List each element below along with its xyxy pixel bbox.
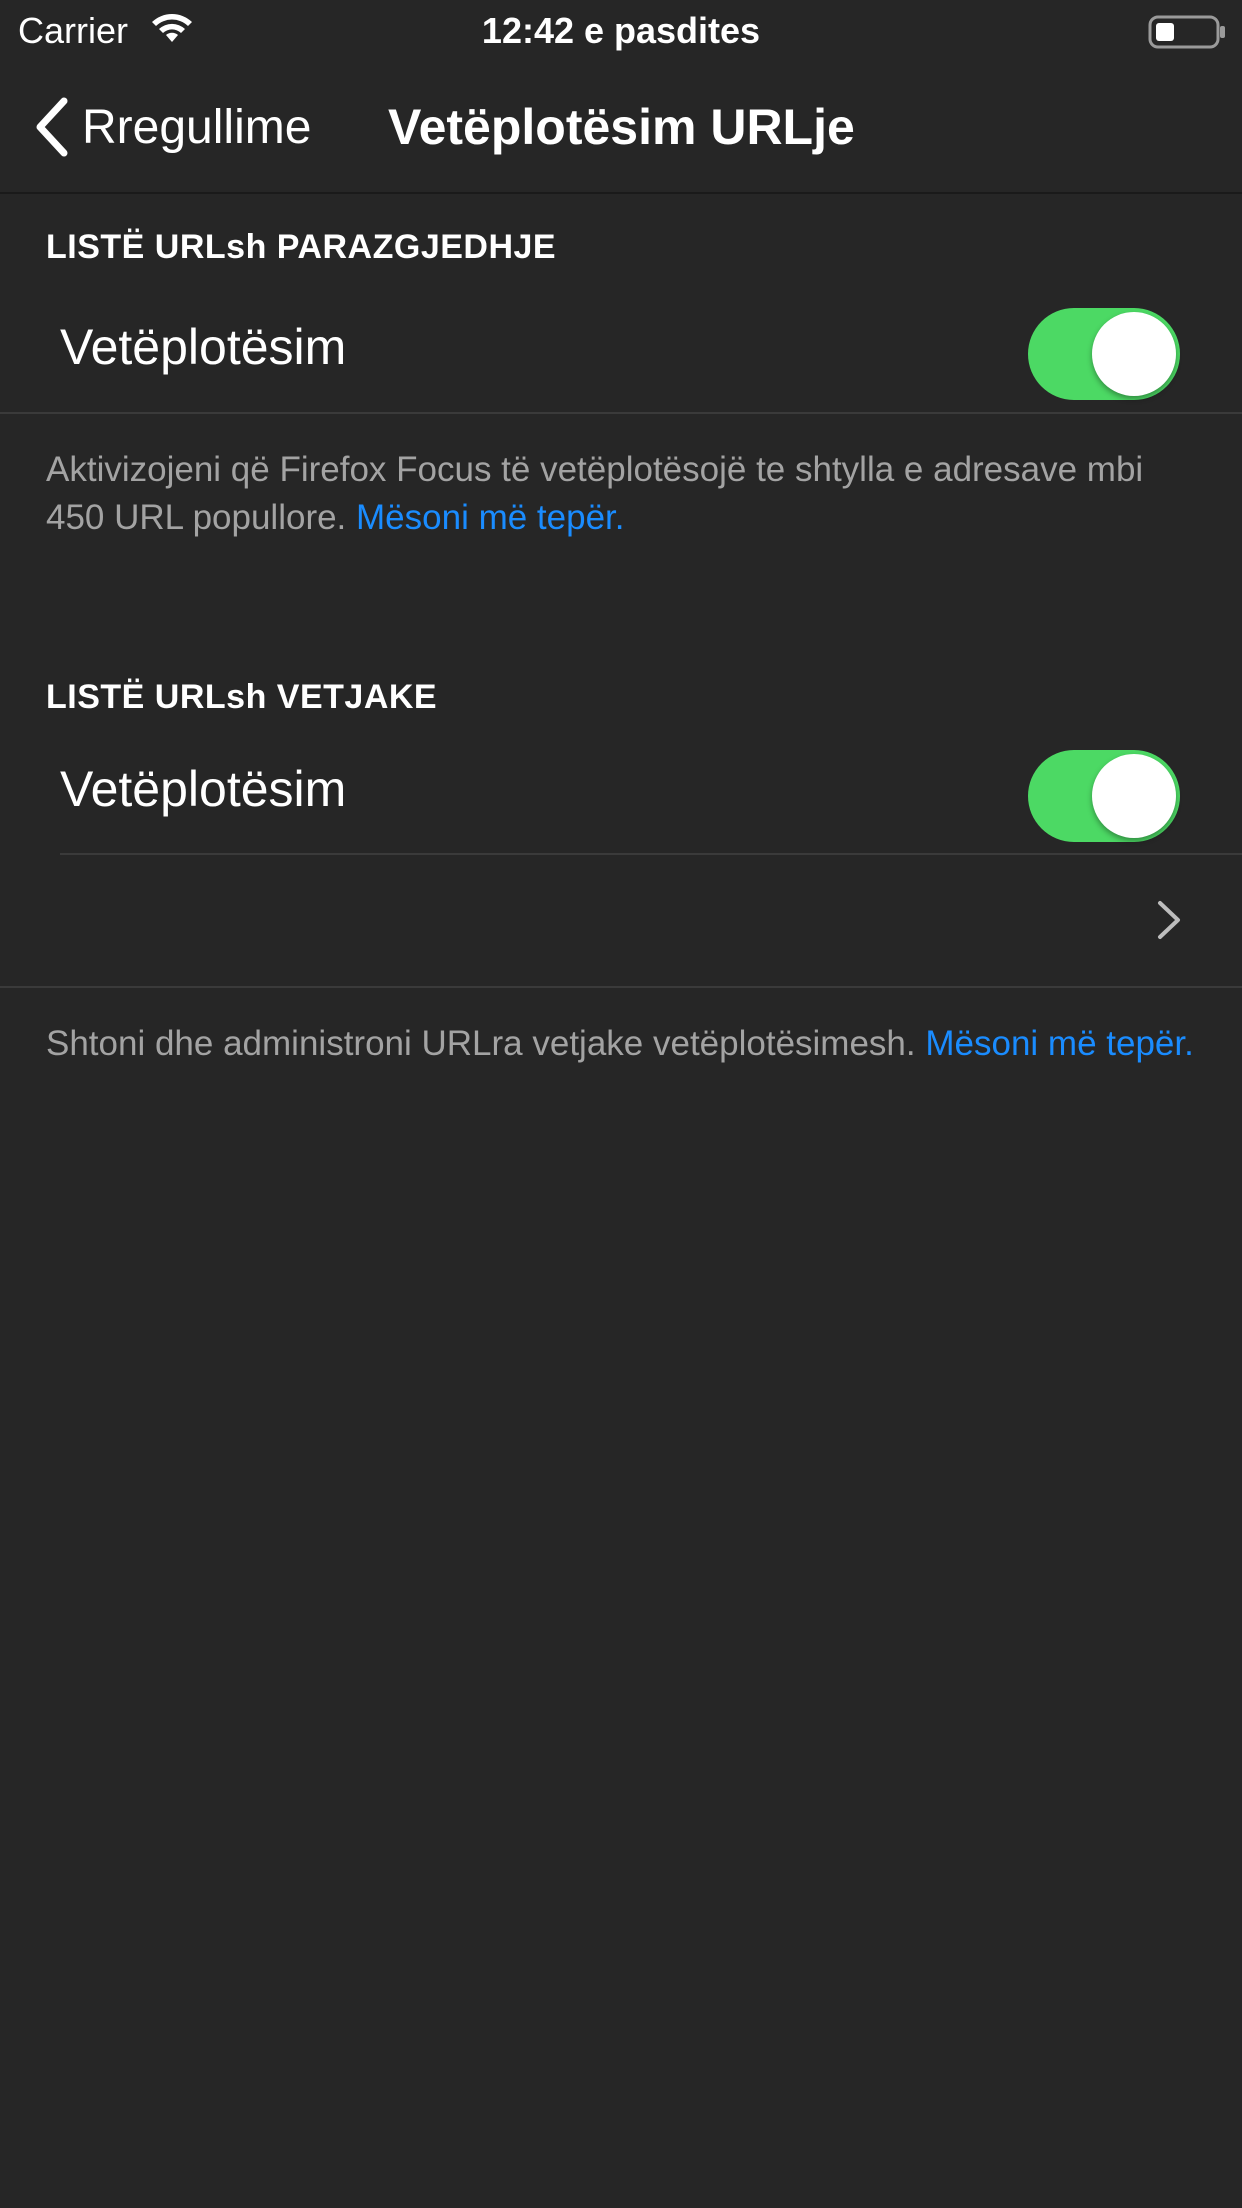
default-autocomplete-label: Vetëplotësim (60, 319, 347, 375)
battery-icon (1148, 15, 1225, 49)
page-title: Vetëplotësim URLje (388, 99, 855, 155)
custom-autocomplete-label: Vetëplotësim (60, 761, 347, 817)
custom-list-description: Shtoni dhe administroni URLra vetjake ve… (46, 1020, 1196, 1068)
default-autocomplete-row: Vetëplotësim (0, 284, 1242, 412)
default-list-description: Aktivizojeni që Firefox Focus të vetëplo… (46, 446, 1196, 542)
chevron-right-icon (1158, 901, 1180, 939)
learn-more-link-custom[interactable]: Mësoni më tepër. (925, 1024, 1193, 1063)
learn-more-link-default[interactable]: Mësoni më tepër. (356, 498, 624, 537)
custom-list-description-text: Shtoni dhe administroni URLra vetjake ve… (46, 1024, 916, 1063)
section-header-custom-list: LISTË URLsh VETJAKE (46, 678, 438, 716)
toggle-knob (1092, 312, 1176, 396)
divider (0, 986, 1242, 988)
chevron-left-icon (36, 97, 68, 157)
toggle-knob (1092, 754, 1176, 838)
back-button-label: Rregullime (82, 100, 312, 154)
settings-page: Carrier 12:42 e pasdites Rregullime Vetë… (0, 0, 1242, 2208)
status-bar: Carrier 12:42 e pasdites (0, 0, 1242, 62)
custom-autocomplete-toggle[interactable] (1028, 750, 1180, 842)
divider (0, 412, 1242, 414)
section-header-default-list: LISTË URLsh PARAZGJEDHJE (46, 228, 557, 266)
custom-urls-row[interactable] (0, 855, 1242, 985)
back-button[interactable]: Rregullime (32, 92, 311, 162)
custom-autocomplete-row: Vetëplotësim (0, 726, 1242, 854)
navigation-bar: Rregullime Vetëplotësim URLje (0, 62, 1242, 194)
default-autocomplete-toggle[interactable] (1028, 308, 1180, 400)
status-time: 12:42 e pasdites (481, 10, 761, 51)
